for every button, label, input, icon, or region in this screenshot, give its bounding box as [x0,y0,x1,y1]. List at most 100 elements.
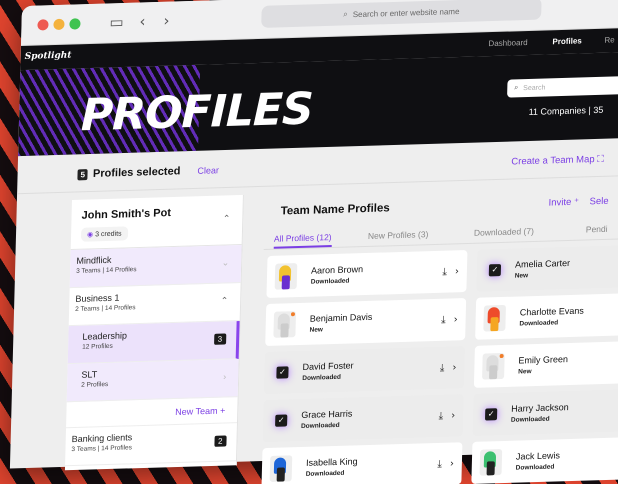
nav-dashboard[interactable]: Dashboard [488,38,527,48]
profile-card-jack-lewis[interactable]: Jack Lewis Downloaded [471,435,618,484]
team-count-badge: 2 [213,435,227,447]
checkbox-checked-icon[interactable]: ✓ [275,414,288,427]
search-placeholder: Search [523,83,546,92]
search-icon: ⌕ [514,84,519,92]
new-team-label: New Team [175,405,218,418]
map-icon: ⛶ [597,153,605,165]
invite-label: Invite [548,196,572,209]
chevron-right-icon[interactable]: › [450,458,454,469]
profiles-selected-label: Profiles selected [92,165,181,180]
avatar [274,263,298,290]
nav-profiles[interactable]: Profiles [552,36,582,46]
profile-card-david-foster[interactable]: ✓ David Foster Downloaded ⤓ › [263,346,465,395]
spotlight-logo: Spotlight [24,50,72,62]
pot-title: John Smith's Pot [81,207,172,222]
sidebar-toggle-icon[interactable]: ▭ [109,13,124,31]
new-indicator [499,353,504,359]
profile-status: Downloaded [519,319,559,328]
tab-pending[interactable]: Pendi [586,224,608,235]
credits-icon: ◉ [86,231,94,239]
profile-card-amelia-carter[interactable]: ✓ Amelia Carter New [476,243,618,292]
profile-card-emily-green[interactable]: Emily Green New [473,339,618,388]
profile-status: Downloaded [300,421,340,431]
profile-card-harry-jackson[interactable]: ✓ Harry Jackson Downloaded [472,387,618,436]
team-business-1[interactable]: Business 1 2 Teams | 14 Profiles ⌃ [68,283,241,327]
tab-new-profiles[interactable]: New Profiles (3) [368,229,429,241]
zoom-window-button[interactable] [69,18,81,30]
search-input[interactable]: ⌕ Search [507,75,618,98]
profile-name: Charlotte Evans [519,305,584,318]
select-button[interactable]: Sele [589,196,608,208]
download-icon[interactable]: ⤓ [440,362,445,373]
address-bar[interactable]: ⌕ Search or enter website name [261,0,542,28]
chevron-up-icon[interactable]: ⌃ [220,295,229,306]
profiles-panel: Team Name Profiles Invite ⁺ Sele All Pro… [258,188,618,484]
profile-status: Downloaded [310,277,350,286]
chevron-right-icon[interactable]: › [454,314,458,325]
address-bar-placeholder: Search or enter website name [352,6,460,19]
profile-status: Downloaded [515,463,555,472]
profile-status: Downloaded [302,373,342,382]
sidebar: John Smith's Pot ◉ 3 credits ⌃ Mindflick… [64,194,244,471]
profiles-selected: 5 Profiles selected [77,165,181,181]
avatar [273,311,297,338]
checkbox-checked-icon[interactable]: ✓ [276,366,289,379]
profile-tabs: All Profiles (12) New Profiles (3) Downl… [263,216,618,251]
profile-name: Isabella King [305,456,358,468]
pot-header[interactable]: John Smith's Pot ◉ 3 credits ⌃ [70,194,243,251]
plus-icon: + [219,405,226,416]
add-user-icon: ⁺ [573,196,580,208]
checkbox-checked-icon[interactable]: ✓ [488,264,502,277]
companies-count: 11 Companies | 35 [528,104,604,117]
chevron-right-icon[interactable]: › [451,410,455,421]
chevron-right-icon[interactable]: › [452,362,456,373]
download-icon[interactable]: ⤓ [437,458,442,469]
profile-status: Downloaded [510,415,550,424]
close-window-button[interactable] [37,19,49,31]
profile-name: Amelia Carter [514,257,571,270]
profile-card-charlotte-evans[interactable]: Charlotte Evans Downloaded [475,291,618,340]
credits-badge: ◉ 3 credits [80,226,128,242]
team-slt[interactable]: SLT 2 Profiles › [66,359,239,403]
back-icon[interactable]: ‹ [139,12,145,30]
team-count-badge: 3 [213,333,227,345]
profile-card-benjamin-davis[interactable]: Benjamin Davis New ⤓ › [265,298,467,347]
team-leadership[interactable]: Leadership 12 Profiles 3 [67,321,240,365]
avatar [479,449,503,476]
profile-name: David Foster [302,360,354,372]
clear-button[interactable]: Clear [197,165,219,176]
search-icon: ⌕ [343,9,348,19]
profile-status: New [518,368,532,376]
profile-name: Grace Harris [301,408,353,420]
selected-count-badge: 5 [77,169,89,181]
download-icon[interactable]: ⤓ [441,314,446,325]
avatar [269,455,293,482]
page-title: PROFILES [80,83,314,142]
new-indicator [290,312,296,317]
create-team-map-button[interactable]: Create a Team Map ⛶ [511,154,604,168]
checkbox-checked-icon[interactable]: ✓ [484,408,498,421]
nav-reports[interactable]: Re [604,35,614,44]
chevron-up-icon[interactable]: ⌃ [223,213,231,224]
invite-button[interactable]: Invite ⁺ Sele [548,196,608,209]
credits-label: 3 credits [95,230,122,239]
team-mindflick[interactable]: Mindflick 3 Teams | 14 Profiles ⌄ [69,244,242,289]
minimize-window-button[interactable] [53,18,65,31]
profile-name: Jack Lewis [515,450,561,462]
avatar [482,352,505,380]
forward-icon[interactable]: › [163,12,169,30]
download-icon[interactable]: ⤓ [442,266,447,277]
profile-card-aaron-brown[interactable]: Aaron Brown Downloaded ⤓ › [266,250,468,298]
create-team-map-label: Create a Team Map [511,154,595,168]
profile-card-isabella-king[interactable]: Isabella King Downloaded ⤓ › [261,442,463,484]
chevron-right-icon[interactable]: › [223,371,226,381]
download-icon[interactable]: ⤓ [439,410,444,421]
team-banking-clients[interactable]: Banking clients 3 Teams | 14 Profiles 2 [65,423,237,467]
profile-status: New [309,326,324,334]
tab-all-profiles[interactable]: All Profiles (12) [273,232,332,249]
chevron-right-icon[interactable]: › [455,266,459,277]
chevron-down-icon[interactable]: ⌄ [221,257,230,268]
tab-downloaded[interactable]: Downloaded (7) [474,226,534,238]
profile-card-grace-harris[interactable]: ✓ Grace Harris Downloaded ⤓ › [262,394,464,443]
profile-name: Harry Jackson [511,402,569,414]
